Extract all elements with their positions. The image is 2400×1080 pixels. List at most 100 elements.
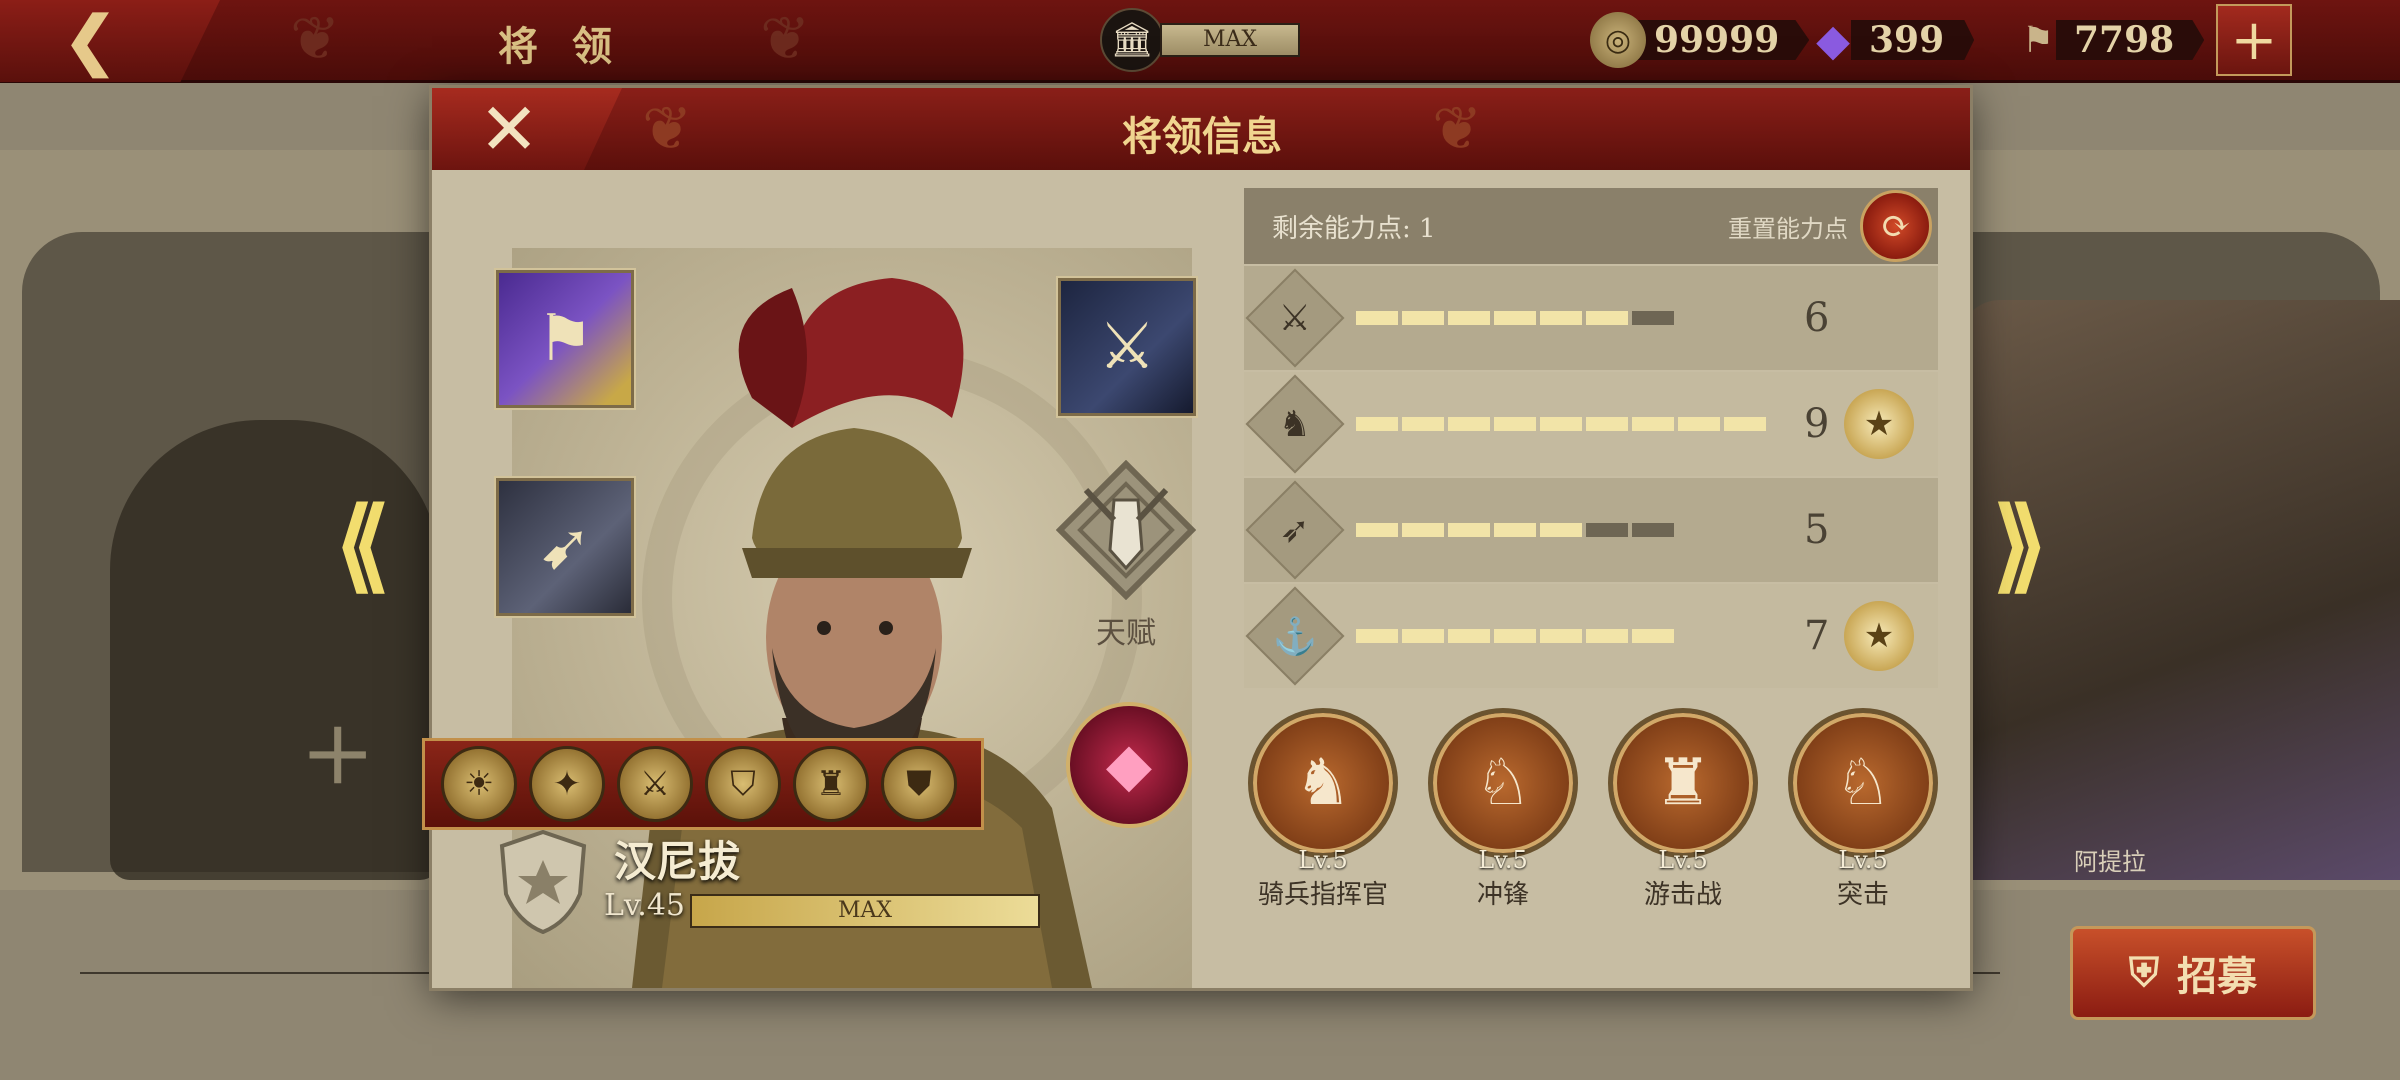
laurel-right-icon: ❦: [760, 4, 811, 74]
laurel-left-icon: ❦: [290, 4, 341, 74]
bow-icon: ➶: [1245, 480, 1345, 580]
skill-guerrilla[interactable]: ♜ Lv.5 游击战: [1608, 708, 1758, 911]
stat-segment: [1448, 417, 1490, 431]
banner-item-slot[interactable]: ⚑: [496, 270, 634, 408]
assault-icon: ♘: [1788, 708, 1938, 858]
spear-icon: ➹: [538, 510, 592, 584]
charge-icon: ♘: [1428, 708, 1578, 858]
stat-segment: [1494, 629, 1536, 643]
general-info-modal: ✕ ❦ 将领信息 ❦ ⚑ ➹ ⚔ 天赋 ◆ ☀ ✦ ⚔ ⛉ ♜ ⛊ 汉尼拔 Lv…: [422, 87, 1970, 988]
modal-title: 将领信息: [1122, 114, 1282, 160]
skill-cavalry-commander[interactable]: ♞ Lv.5 骑兵指挥官: [1248, 708, 1398, 911]
remaining-points-label: 剩余能力点: 1: [1272, 213, 1436, 244]
spear-item-slot[interactable]: ➹: [496, 478, 634, 616]
reset-points-button[interactable]: ⟳: [1860, 190, 1932, 262]
stat-row-cavalry: ♞ 9 ★: [1244, 372, 1938, 476]
stat-segment: [1494, 417, 1536, 431]
stat-segment: [1586, 417, 1628, 431]
spqr-value: 7798: [2056, 20, 2205, 60]
close-icon: ✕: [478, 87, 540, 171]
spqr-resource[interactable]: ⚑ 7798: [2010, 10, 2205, 70]
page-title: 将 领: [498, 24, 622, 70]
badge-swords-icon[interactable]: ⚔: [617, 746, 693, 822]
star-laurel-icon: ★: [1844, 389, 1914, 459]
stat-value: 6: [1804, 295, 1830, 341]
stat-bar: [1356, 311, 1674, 325]
building-level-bar: MAX: [1160, 23, 1300, 57]
badge-tower-icon[interactable]: ♜: [793, 746, 869, 822]
talent-horse-skull-icon[interactable]: [1056, 460, 1196, 600]
badge-strip: ☀ ✦ ⚔ ⛉ ♜ ⛊: [422, 738, 984, 830]
gem-socket-button[interactable]: ◆: [1066, 702, 1192, 828]
add-general-plus-icon[interactable]: +: [300, 700, 375, 805]
reset-points-label: 重置能力点: [1728, 214, 1848, 243]
badge-shield-icon[interactable]: ⛉: [705, 746, 781, 822]
badge-sun-icon[interactable]: ☀: [441, 746, 517, 822]
anchor-icon: ⚓: [1245, 586, 1345, 686]
stat-row-attack: ⚔ 6: [1244, 266, 1938, 370]
add-resource-button[interactable]: +: [2216, 4, 2292, 76]
stat-segment: [1632, 417, 1674, 431]
guerrilla-icon: ♜: [1608, 708, 1758, 858]
next-general-name: 阿提拉: [2074, 848, 2146, 876]
stat-value: 9: [1804, 401, 1830, 447]
badge-compass-icon[interactable]: ✦: [529, 746, 605, 822]
coin-value: 99999: [1636, 20, 1810, 60]
chevron-left-icon: ❮: [63, 3, 117, 78]
skill-charge[interactable]: ♘ Lv.5 冲锋: [1428, 708, 1578, 911]
rank-shield-icon: [499, 830, 587, 934]
stat-segment: [1540, 523, 1582, 537]
horse-head-icon: ♞: [1245, 374, 1345, 474]
building-level[interactable]: 🏛 MAX: [1100, 8, 1300, 72]
star-laurel-icon: ★: [1844, 601, 1914, 671]
stat-bar: [1356, 629, 1674, 643]
ability-points-header: 剩余能力点: 1 重置能力点 ⟳: [1244, 188, 1938, 264]
stat-value: 7: [1804, 613, 1830, 659]
stat-segment: [1402, 523, 1444, 537]
coin-resource[interactable]: ◎ 99999: [1590, 10, 1810, 70]
stat-segment: [1402, 311, 1444, 325]
sword-icon: ⚔: [1098, 310, 1156, 384]
refresh-icon: ⟳: [1880, 205, 1912, 247]
sword-item-slot[interactable]: ⚔: [1058, 278, 1196, 416]
stat-row-archery: ➶ 5: [1244, 478, 1938, 582]
stat-segment: [1586, 311, 1628, 325]
stat-row-navy: ⚓ 7 ★: [1244, 584, 1938, 688]
laurel-left-icon: ❦: [642, 94, 693, 164]
cavalry-commander-icon: ♞: [1248, 708, 1398, 858]
badge-crest-icon[interactable]: ⛊: [881, 746, 957, 822]
recruit-label: 招募: [2177, 954, 2257, 1000]
skill-assault[interactable]: ♘ Lv.5 突击: [1788, 708, 1938, 911]
sword-icon: ⚔: [1245, 268, 1345, 368]
spqr-banner-icon: ⚑: [2021, 19, 2055, 61]
stat-segment: [1586, 523, 1628, 537]
skill-name: 骑兵指挥官: [1257, 880, 1388, 910]
skill-name: 游击战: [1643, 880, 1722, 910]
stat-segment: [1402, 629, 1444, 643]
laurel-right-icon: ❦: [1432, 94, 1483, 164]
skill-level: Lv.5: [1658, 846, 1708, 874]
exp-bar: MAX: [690, 894, 1040, 928]
stat-segment: [1402, 417, 1444, 431]
next-general-arrow-icon[interactable]: ⟫: [1992, 485, 2048, 603]
prev-general-arrow-icon[interactable]: ⟪: [335, 485, 391, 603]
hero-level: Lv.45: [604, 888, 686, 923]
stat-segment: [1632, 629, 1674, 643]
hero-name: 汉尼拔: [614, 837, 741, 886]
gem-resource[interactable]: ◆ 399: [1805, 10, 1975, 70]
stat-bar: [1356, 523, 1674, 537]
purple-crystal-icon: ◆: [1816, 14, 1850, 66]
talent-label: 天赋: [1096, 616, 1156, 651]
stat-segment: [1586, 629, 1628, 643]
recruit-button[interactable]: ⛨ 招募: [2070, 926, 2316, 1020]
stat-segment: [1494, 523, 1536, 537]
stat-segment: [1632, 311, 1674, 325]
stat-segment: [1356, 523, 1398, 537]
stat-bar: [1356, 417, 1766, 431]
coin-icon: ◎: [1590, 12, 1646, 68]
stat-segment: [1678, 417, 1720, 431]
skill-name: 突击: [1836, 880, 1889, 910]
skill-level: Lv.5: [1478, 846, 1528, 874]
stat-segment: [1448, 311, 1490, 325]
stat-segment: [1632, 523, 1674, 537]
